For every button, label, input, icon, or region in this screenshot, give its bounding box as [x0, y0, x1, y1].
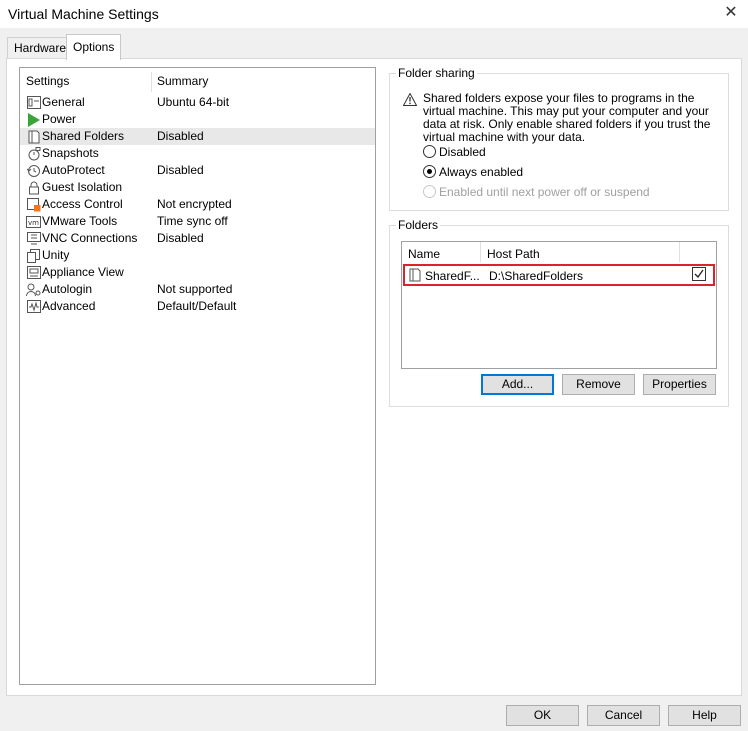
folder-host-path: D:\SharedFolders	[489, 269, 584, 283]
settings-item-label: General	[42, 95, 85, 109]
folder-enabled-checkbox[interactable]	[692, 267, 706, 281]
settings-item-summary: Not supported	[157, 282, 233, 296]
add-button[interactable]: Add...	[481, 374, 554, 395]
folder-sharing-warning: Shared folders expose your files to prog…	[423, 91, 711, 144]
folder-sharing-group: Folder sharing Shared folders expose you…	[389, 66, 729, 211]
settings-item-summary: Not encrypted	[157, 197, 232, 211]
svg-text:vm: vm	[28, 219, 39, 227]
settings-item-vmware-tools[interactable]: vm VMware Tools Time sync off	[20, 213, 375, 230]
column-header-name[interactable]: Name	[408, 247, 440, 261]
table-row[interactable]: SharedF... D:\SharedFolders	[403, 264, 715, 286]
settings-item-label: AutoProtect	[42, 163, 105, 177]
settings-item-summary: Disabled	[157, 231, 204, 245]
settings-item-label: Access Control	[42, 197, 123, 211]
settings-item-autologin[interactable]: Autologin Not supported	[20, 281, 375, 298]
cancel-button[interactable]: Cancel	[587, 705, 660, 726]
shared-folder-icon	[409, 268, 421, 282]
settings-item-summary: Ubuntu 64-bit	[157, 95, 230, 109]
title-bar: Virtual Machine Settings ✕	[0, 0, 748, 28]
unity-icon	[26, 248, 41, 263]
check-icon	[694, 269, 704, 279]
folder-sharing-title: Folder sharing	[396, 66, 477, 80]
settings-item-label: VMware Tools	[42, 214, 118, 228]
snapshots-icon	[26, 146, 41, 161]
settings-list[interactable]: Settings Summary General Ubuntu 64-bit P…	[19, 67, 376, 685]
radio-label: Always enabled	[439, 165, 524, 179]
settings-item-label: Unity	[42, 248, 70, 262]
close-button[interactable]: ✕	[714, 0, 748, 28]
advanced-icon	[26, 299, 41, 314]
autoprotect-icon	[26, 163, 41, 178]
tab-hardware[interactable]: Hardware	[7, 37, 74, 59]
settings-item-appliance-view[interactable]: Appliance View	[20, 264, 375, 281]
column-divider[interactable]	[480, 242, 481, 262]
vmware-tools-icon: vm	[26, 214, 41, 229]
settings-item-label: Snapshots	[42, 146, 99, 160]
settings-item-vnc-connections[interactable]: VNC Connections Disabled	[20, 230, 375, 247]
column-divider[interactable]	[679, 242, 680, 262]
column-header-host-path[interactable]: Host Path	[487, 247, 540, 261]
window-title: Virtual Machine Settings	[8, 6, 159, 22]
folders-title: Folders	[396, 218, 441, 232]
autologin-icon	[26, 282, 41, 297]
settings-item-summary: Default/Default	[157, 299, 237, 313]
ok-button[interactable]: OK	[506, 705, 579, 726]
lock-icon	[26, 180, 41, 195]
settings-item-label: Power	[42, 112, 77, 126]
column-divider[interactable]	[151, 72, 152, 92]
settings-item-unity[interactable]: Unity	[20, 247, 375, 264]
access-control-icon	[26, 197, 41, 212]
settings-item-shared-folders[interactable]: Shared Folders Disabled	[20, 128, 375, 145]
radio-button[interactable]	[423, 145, 436, 158]
settings-item-guest-isolation[interactable]: Guest Isolation	[20, 179, 375, 196]
power-icon	[26, 112, 41, 127]
settings-item-label: Advanced	[42, 299, 96, 313]
folders-table-header: Name Host Path	[402, 242, 716, 262]
settings-item-access-control[interactable]: Access Control Not encrypted	[20, 196, 375, 213]
folder-name: SharedF...	[425, 269, 480, 283]
appliance-view-icon	[26, 265, 41, 280]
settings-item-summary: Disabled	[157, 163, 204, 177]
radio-button[interactable]	[423, 165, 436, 178]
folders-group: Folders Name Host Path SharedF... D:\Sha…	[389, 218, 729, 407]
tab-options[interactable]: Options	[66, 34, 122, 60]
settings-item-advanced[interactable]: Advanced Default/Default	[20, 298, 375, 315]
shared-folders-icon	[26, 129, 41, 144]
settings-item-label: VNC Connections	[42, 231, 138, 245]
remove-button[interactable]: Remove	[562, 374, 635, 395]
folders-table[interactable]: Name Host Path SharedF... D:\SharedFolde…	[401, 241, 717, 369]
settings-item-label: Guest Isolation	[42, 180, 123, 194]
properties-button[interactable]: Properties	[643, 374, 716, 395]
general-icon	[26, 95, 41, 110]
settings-item-power[interactable]: Power	[20, 111, 375, 128]
radio-label: Disabled	[439, 145, 486, 159]
help-button[interactable]: Help	[668, 705, 741, 726]
settings-item-label: Shared Folders	[42, 129, 125, 143]
vnc-connections-icon	[26, 231, 41, 246]
settings-item-label: Autologin	[42, 282, 93, 296]
radio-label: Enabled until next power off or suspend	[439, 185, 650, 199]
settings-list-header: Settings Summary	[20, 72, 375, 92]
settings-item-label: Appliance View	[42, 265, 124, 279]
column-header-settings[interactable]: Settings	[26, 74, 69, 88]
warning-icon	[403, 93, 417, 106]
settings-item-summary: Disabled	[157, 129, 204, 143]
radio-button	[423, 185, 436, 198]
settings-item-snapshots[interactable]: Snapshots	[20, 145, 375, 162]
settings-item-autoprotect[interactable]: AutoProtect Disabled	[20, 162, 375, 179]
settings-item-general[interactable]: General Ubuntu 64-bit	[20, 94, 375, 111]
settings-item-summary: Time sync off	[157, 214, 228, 228]
column-header-summary[interactable]: Summary	[157, 74, 208, 88]
